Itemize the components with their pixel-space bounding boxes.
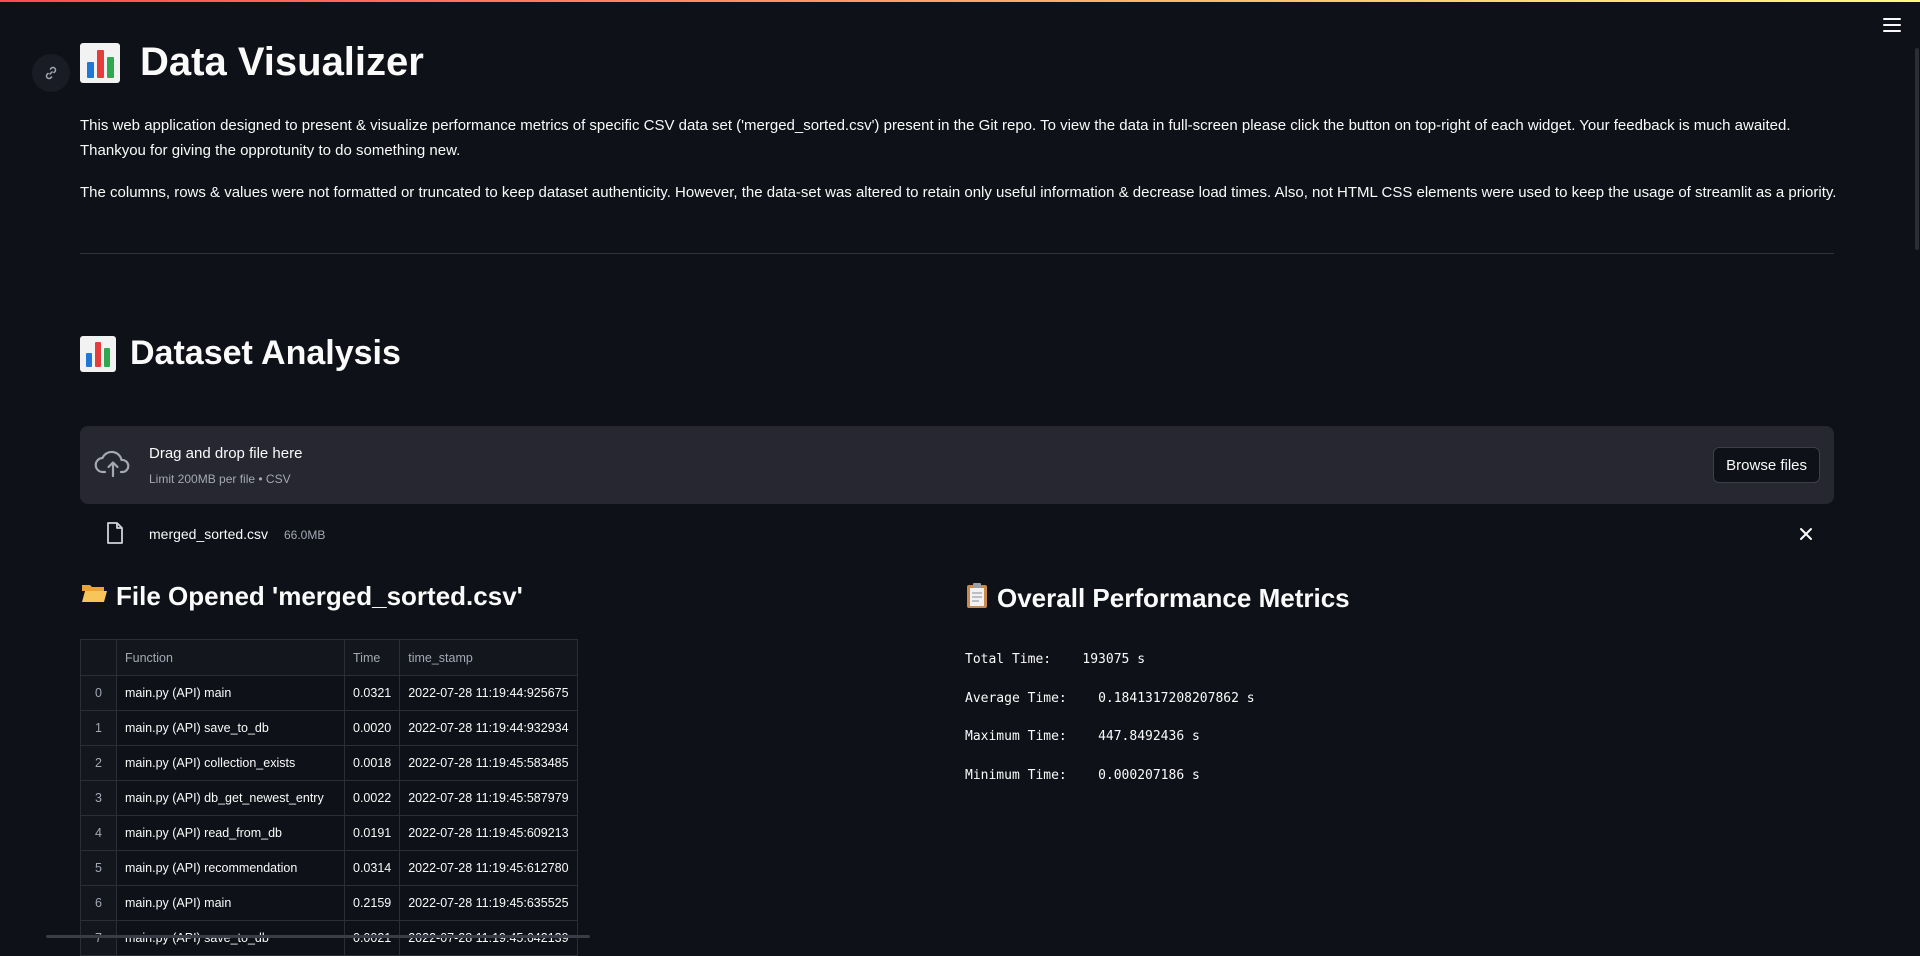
cell-time[interactable]: 0.0314 xyxy=(343,850,401,886)
intro-paragraph-1: This web application designed to present… xyxy=(80,117,1791,159)
cell-function[interactable]: main.py (API) main xyxy=(116,675,345,711)
metric-value: 0.1841317208207862 s xyxy=(1098,690,1255,706)
cell-time-stamp[interactable]: 2022-07-28 11:19:44:925675 xyxy=(399,675,578,711)
uploaded-file-name: merged_sorted.csv xyxy=(149,526,269,542)
row-index: 2 xyxy=(80,745,117,781)
cell-time-stamp[interactable]: 2022-07-28 11:19:45:587979 xyxy=(399,780,578,816)
dataframe-table[interactable]: Function Time time_stamp 0 main.py (API)… xyxy=(80,639,578,956)
cell-time[interactable]: 0.0321 xyxy=(343,675,401,711)
uploaded-file-size: 66.0MB xyxy=(284,528,326,542)
table-row[interactable]: 5 main.py (API) recommendation 0.0314 20… xyxy=(80,850,578,886)
divider xyxy=(80,253,1834,254)
performance-metrics-heading: Overall Performance Metrics xyxy=(965,581,1350,616)
cell-time-stamp[interactable]: 2022-07-28 11:19:45:642139 xyxy=(399,920,578,956)
cell-function[interactable]: main.py (API) save_to_db xyxy=(116,710,345,746)
cell-function[interactable]: main.py (API) read_from_db xyxy=(116,815,345,851)
cell-time[interactable]: 0.0191 xyxy=(343,815,401,851)
column-header-time[interactable]: Time xyxy=(343,639,401,676)
cell-time[interactable]: 0.2159 xyxy=(343,885,401,921)
folder-open-icon xyxy=(80,581,108,612)
table-row[interactable]: 2 main.py (API) collection_exists 0.0018… xyxy=(80,745,578,781)
cell-function[interactable]: main.py (API) recommendation xyxy=(116,850,345,886)
intro-text: This web application designed to present… xyxy=(80,113,1840,222)
cloud-upload-icon xyxy=(94,448,132,485)
table-row[interactable]: 3 main.py (API) db_get_newest_entry 0.00… xyxy=(80,780,578,816)
top-decoration-bar xyxy=(0,0,1920,2)
metric-total-time: Total Time: 193075 s xyxy=(965,652,1255,691)
metric-maximum-time: Maximum Time: 447.8492436 s xyxy=(965,729,1255,768)
cell-time-stamp[interactable]: 2022-07-28 11:19:45:583485 xyxy=(399,745,578,781)
browse-files-button[interactable]: Browse files xyxy=(1713,447,1820,483)
metric-minimum-time: Minimum Time: 0.000207186 s xyxy=(965,768,1255,807)
cell-function[interactable]: main.py (API) main xyxy=(116,885,345,921)
row-index: 4 xyxy=(80,815,117,851)
cell-time[interactable]: 0.0018 xyxy=(343,745,401,781)
section-title-text: Dataset Analysis xyxy=(130,334,401,372)
column-header-time-stamp[interactable]: time_stamp xyxy=(399,639,578,676)
row-index: 5 xyxy=(80,850,117,886)
column-header-index[interactable] xyxy=(80,639,117,676)
metric-value: 193075 s xyxy=(1082,652,1146,667)
row-index: 0 xyxy=(80,675,117,711)
file-opened-heading-text: File Opened 'merged_sorted.csv' xyxy=(116,581,523,611)
table-row[interactable]: 4 main.py (API) read_from_db 0.0191 2022… xyxy=(80,815,578,851)
performance-metrics-heading-text: Overall Performance Metrics xyxy=(997,583,1350,613)
bar-chart-emoji-icon xyxy=(80,42,120,83)
vertical-scrollbar[interactable] xyxy=(1914,0,1920,938)
table-row[interactable]: 7 main.py (API) save_to_db 0.0021 2022-0… xyxy=(80,920,578,956)
metric-label: Maximum Time: xyxy=(965,729,1067,744)
table-row[interactable]: 0 main.py (API) main 0.0321 2022-07-28 1… xyxy=(80,675,578,711)
metric-average-time: Average Time: 0.1841317208207862 s xyxy=(965,691,1255,730)
row-index: 6 xyxy=(80,885,117,921)
row-index: 1 xyxy=(80,710,117,746)
performance-metrics-block: Total Time: 193075 s Average Time: 0.184… xyxy=(965,652,1255,806)
cell-function[interactable]: main.py (API) db_get_newest_entry xyxy=(116,780,345,816)
table-row[interactable]: 1 main.py (API) save_to_db 0.0020 2022-0… xyxy=(80,710,578,746)
cell-time-stamp[interactable]: 2022-07-28 11:19:45:612780 xyxy=(399,850,578,886)
file-uploader-dropzone[interactable]: Drag and drop file here Limit 200MB per … xyxy=(80,426,1834,504)
metric-label: Minimum Time: xyxy=(965,767,1067,783)
page-title-text: Data Visualizer xyxy=(140,40,424,84)
scrollbar-thumb[interactable] xyxy=(1915,48,1919,250)
row-index: 7 xyxy=(80,920,117,956)
section-title: Dataset Analysis xyxy=(80,334,401,373)
cell-time-stamp[interactable]: 2022-07-28 11:19:44:932934 xyxy=(399,710,578,746)
metric-label: Average Time: xyxy=(965,690,1067,706)
dropzone-instruction: Drag and drop file here xyxy=(149,445,303,462)
hamburger-menu-icon[interactable] xyxy=(1878,14,1906,38)
uploaded-file-row: merged_sorted.csv 66.0MB xyxy=(80,518,1834,548)
page-title: Data Visualizer xyxy=(80,40,424,85)
metric-label: Total Time: xyxy=(965,652,1052,667)
dropzone-limit: Limit 200MB per file • CSV xyxy=(149,472,291,486)
cell-time-stamp[interactable]: 2022-07-28 11:19:45:609213 xyxy=(399,815,578,851)
column-header-function[interactable]: Function xyxy=(116,639,345,676)
metric-value: 0.000207186 s xyxy=(1098,767,1200,783)
cell-time[interactable]: 0.0022 xyxy=(343,780,401,816)
cell-time[interactable]: 0.0020 xyxy=(343,710,401,746)
intro-paragraph-2: The columns, rows & values were not form… xyxy=(80,184,1837,201)
cell-time-stamp[interactable]: 2022-07-28 11:19:45:635525 xyxy=(399,885,578,921)
cell-function[interactable]: main.py (API) collection_exists xyxy=(116,745,345,781)
metric-value: 447.8492436 s xyxy=(1098,729,1200,744)
bar-chart-emoji-icon xyxy=(80,335,116,372)
cell-time[interactable]: 0.0021 xyxy=(343,920,401,956)
row-index: 3 xyxy=(80,780,117,816)
table-row[interactable]: 6 main.py (API) main 0.2159 2022-07-28 1… xyxy=(80,885,578,921)
file-opened-heading: File Opened 'merged_sorted.csv' xyxy=(80,581,523,612)
cell-function[interactable]: main.py (API) save_to_db xyxy=(116,920,345,956)
table-header-row: Function Time time_stamp xyxy=(80,639,578,676)
link-icon[interactable] xyxy=(32,54,70,92)
clipboard-icon xyxy=(965,581,989,616)
file-icon xyxy=(105,521,125,550)
close-icon[interactable] xyxy=(1796,524,1816,544)
